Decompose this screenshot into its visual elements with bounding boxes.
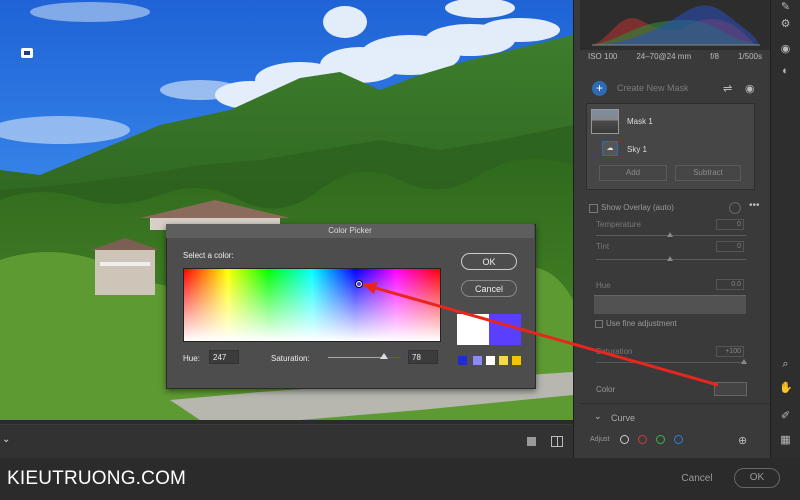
presets-icon[interactable]: ◐ bbox=[779, 65, 792, 77]
mask-item-label[interactable]: Mask 1 bbox=[627, 117, 653, 126]
swatch-1[interactable] bbox=[458, 356, 467, 365]
saturation-thumb[interactable] bbox=[741, 359, 747, 364]
red-channel-button[interactable] bbox=[638, 435, 647, 444]
curve-label[interactable]: Curve bbox=[611, 413, 635, 423]
spectrum-marker[interactable] bbox=[356, 281, 362, 287]
sky-item-label[interactable]: Sky 1 bbox=[627, 145, 647, 154]
adjust-label: Adjust bbox=[590, 436, 610, 443]
chevron-down-icon[interactable]: ⌄ bbox=[594, 411, 602, 422]
hue-label: Hue bbox=[596, 281, 611, 290]
cancel-button[interactable]: Cancel bbox=[667, 470, 727, 488]
blue-channel-button[interactable] bbox=[674, 435, 683, 444]
swatch-5[interactable] bbox=[512, 356, 521, 365]
picker-saturation-label: Saturation: bbox=[271, 354, 310, 363]
swatch-3[interactable] bbox=[486, 356, 495, 365]
show-overlay-checkbox[interactable] bbox=[589, 204, 598, 213]
aperture-text: f/8 bbox=[710, 52, 719, 61]
dialog-title[interactable]: Color Picker bbox=[166, 224, 534, 238]
eyedropper-icon[interactable]: ✐ bbox=[779, 409, 792, 422]
saturation-value[interactable]: +100 bbox=[716, 346, 744, 357]
temperature-thumb[interactable] bbox=[667, 232, 673, 237]
sky-mask-icon[interactable]: ☁ bbox=[602, 141, 618, 156]
picker-hue-input[interactable]: 247 bbox=[209, 350, 239, 364]
single-view-button[interactable] bbox=[527, 437, 536, 446]
more-options-icon[interactable]: ••• bbox=[749, 200, 760, 211]
hue-value[interactable]: 0.0 bbox=[716, 279, 744, 290]
picker-hue-label: Hue: bbox=[183, 354, 200, 363]
mask-thumbnail[interactable] bbox=[591, 109, 619, 134]
hue-slider[interactable] bbox=[594, 295, 746, 314]
subtract-button[interactable]: Subtract bbox=[675, 165, 741, 181]
overlay-color-icon[interactable] bbox=[729, 202, 741, 214]
eye-icon[interactable]: ◉ bbox=[779, 42, 792, 55]
image-badge-icon bbox=[21, 48, 33, 58]
tint-label: Tint bbox=[596, 242, 610, 251]
saturation-label: Saturation bbox=[596, 347, 633, 356]
histogram bbox=[580, 0, 770, 50]
color-swatch[interactable] bbox=[714, 382, 747, 396]
target-adjust-icon[interactable]: ⊕ bbox=[738, 434, 747, 447]
swatch-2[interactable] bbox=[473, 356, 482, 365]
gear-icon[interactable]: ⚙ bbox=[779, 17, 792, 30]
create-mask-plus-icon[interactable]: + bbox=[592, 81, 607, 96]
zoom-icon[interactable]: ⌕ bbox=[779, 358, 792, 371]
show-overlay-label: Show Overlay (auto) bbox=[601, 203, 674, 212]
picker-saturation-input[interactable]: 78 bbox=[408, 350, 438, 364]
rgb-channel-button[interactable] bbox=[620, 435, 629, 444]
select-color-label: Select a color: bbox=[183, 251, 234, 260]
temperature-label: Temperature bbox=[596, 220, 641, 229]
ok-button[interactable]: OK bbox=[734, 468, 780, 488]
color-spectrum[interactable] bbox=[183, 268, 441, 342]
swap-icon[interactable]: ⇌ bbox=[723, 82, 732, 95]
create-mask-label[interactable]: Create New Mask bbox=[617, 83, 689, 93]
new-color-preview bbox=[489, 314, 521, 345]
dialog-ok-button[interactable]: OK bbox=[461, 253, 517, 270]
shutter-text: 1/500s bbox=[737, 52, 762, 61]
green-channel-button[interactable] bbox=[656, 435, 665, 444]
dialog-cancel-button[interactable]: Cancel bbox=[461, 280, 517, 297]
site-watermark: KIEUTRUONG.COM bbox=[7, 468, 187, 489]
swatch-4[interactable] bbox=[499, 356, 508, 365]
eye-icon[interactable]: ◉ bbox=[745, 82, 755, 95]
compare-view-button[interactable] bbox=[551, 436, 563, 447]
add-button[interactable]: Add bbox=[599, 165, 667, 181]
brush-icon[interactable]: ✎ bbox=[779, 0, 792, 13]
tint-value[interactable]: 0 bbox=[716, 241, 744, 252]
grid-icon[interactable]: ▦ bbox=[779, 433, 792, 446]
hand-icon[interactable]: ✋ bbox=[779, 381, 793, 394]
curve-section bbox=[580, 403, 770, 459]
iso-text: ISO 100 bbox=[588, 52, 618, 61]
saturation-slider[interactable] bbox=[596, 362, 746, 363]
temperature-value[interactable]: 0 bbox=[716, 219, 744, 230]
color-label: Color bbox=[596, 385, 616, 394]
fine-adjust-label: Use fine adjustment bbox=[606, 319, 677, 328]
histogram-graph bbox=[592, 5, 760, 46]
photo-toolbar bbox=[0, 424, 573, 459]
tint-thumb[interactable] bbox=[667, 256, 673, 261]
chevron-down-icon[interactable]: ⌄ bbox=[2, 434, 10, 445]
picker-saturation-thumb[interactable] bbox=[380, 353, 388, 359]
fine-adjust-checkbox[interactable] bbox=[595, 320, 603, 328]
lens-text: 24–70@24 mm bbox=[636, 52, 692, 61]
camera-info: ISO 100 24–70@24 mm f/8 1/500s bbox=[580, 52, 770, 61]
previous-color-preview bbox=[457, 314, 489, 345]
